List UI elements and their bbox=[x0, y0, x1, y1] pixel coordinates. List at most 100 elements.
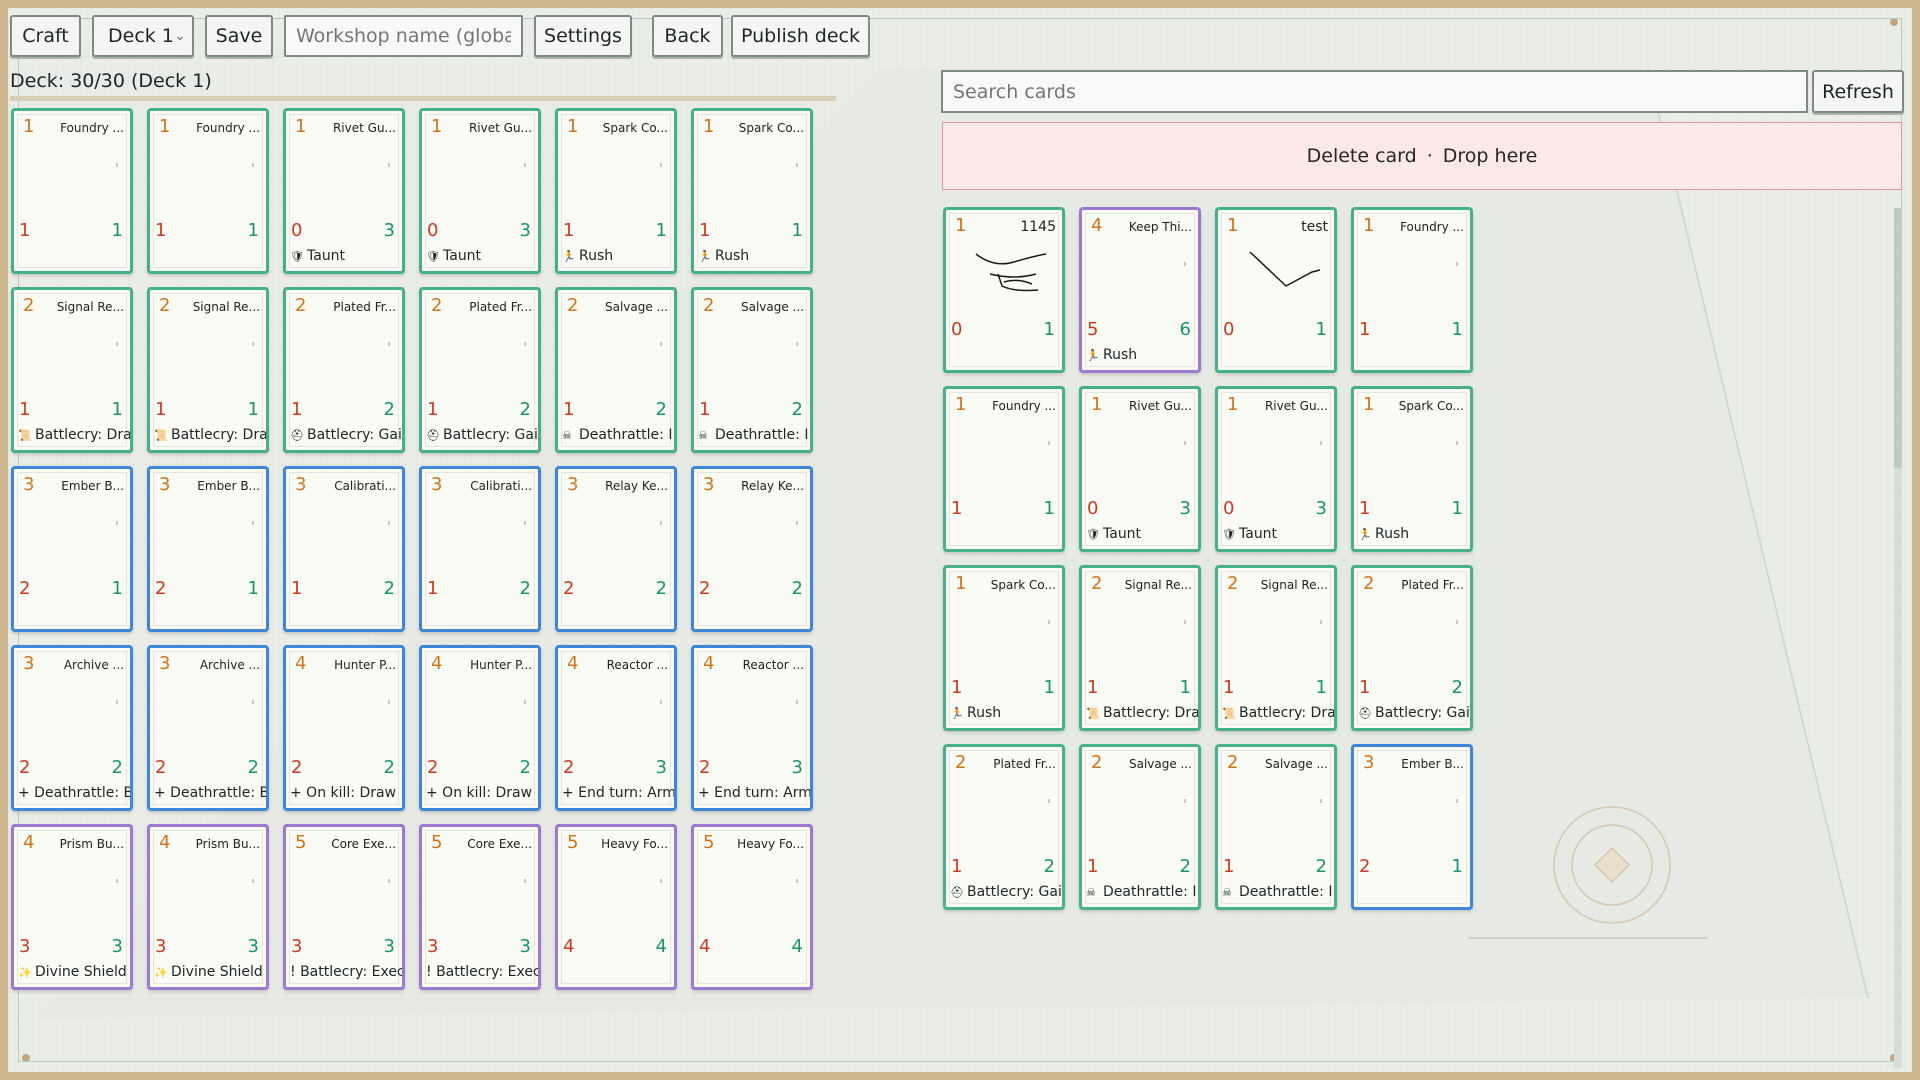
card-ability: ✨ Divine Shield bbox=[18, 964, 130, 980]
card[interactable]: 2 Plated Fr... 1 2 ⛑ Battlecry: Gai bbox=[1351, 565, 1473, 731]
card-name: Spark Co... bbox=[1398, 399, 1464, 413]
card-ability: + End turn: Armc bbox=[698, 785, 810, 801]
card[interactable]: 1 Spark Co... 1 1 🏃 Rush bbox=[555, 108, 677, 274]
card-ability-text: + Deathrattle: Bu bbox=[18, 785, 130, 801]
card-name: Core Exe... bbox=[331, 837, 396, 851]
card[interactable]: 3 Calibrati... 1 2 bbox=[419, 466, 541, 632]
card[interactable]: 1 test 0 1 bbox=[1215, 207, 1337, 373]
card[interactable]: 4 Prism Bu... 3 3 ✨ Divine Shield bbox=[147, 824, 269, 990]
card-health: 2 bbox=[1179, 856, 1191, 877]
card[interactable]: 1 Rivet Gu... 0 3 🛡 Taunt bbox=[1079, 386, 1201, 552]
workshop-name-input[interactable] bbox=[284, 15, 523, 57]
back-button[interactable]: Back bbox=[652, 15, 723, 57]
card-ability: 🏃 Rush bbox=[562, 248, 674, 264]
card[interactable]: 1 1145 0 1 bbox=[943, 207, 1065, 373]
scroll-icon: 📜 bbox=[1222, 707, 1236, 720]
card-ability-text: Deathrattle: I bbox=[579, 427, 673, 443]
skull-icon: ☠ bbox=[1222, 886, 1232, 899]
card-inner-border bbox=[561, 651, 671, 805]
card-name: Rivet Gu... bbox=[1128, 399, 1192, 413]
card[interactable]: 2 Signal Re... 1 1 📜 Battlecry: Dra bbox=[11, 287, 133, 453]
card-art-placeholder bbox=[1320, 799, 1322, 803]
card[interactable]: 5 Heavy Fo... 4 4 bbox=[691, 824, 813, 990]
card[interactable]: 3 Ember B... 2 1 bbox=[147, 466, 269, 632]
search-cards-input[interactable] bbox=[941, 70, 1808, 113]
card-art-sketch bbox=[975, 253, 1047, 292]
shield-icon: 🛡 bbox=[1086, 528, 1100, 541]
card-inner-border bbox=[561, 830, 671, 984]
card[interactable]: 5 Heavy Fo... 4 4 bbox=[555, 824, 677, 990]
card[interactable]: 5 Core Exe... 3 3 ! Battlecry: Exec bbox=[419, 824, 541, 990]
card-name: Heavy Fo... bbox=[601, 837, 668, 851]
refresh-button[interactable]: Refresh bbox=[1812, 70, 1904, 113]
card[interactable]: 2 Signal Re... 1 1 📜 Battlecry: Dra bbox=[1215, 565, 1337, 731]
card-art-placeholder bbox=[1456, 799, 1458, 803]
card-art-placeholder bbox=[1048, 620, 1050, 624]
card[interactable]: 3 Ember B... 2 1 bbox=[11, 466, 133, 632]
save-button[interactable]: Save bbox=[205, 15, 273, 57]
card[interactable]: 5 Core Exe... 3 3 ! Battlecry: Exec bbox=[283, 824, 405, 990]
card[interactable]: 1 Rivet Gu... 0 3 🛡 Taunt bbox=[283, 108, 405, 274]
card-name: Foundry ... bbox=[1400, 220, 1464, 234]
card-cost: 1 bbox=[1091, 394, 1103, 415]
card-ability-text: Battlecry: Gai bbox=[967, 884, 1062, 900]
card-cost: 1 bbox=[955, 573, 967, 594]
card[interactable]: 4 Reactor ... 2 3 + End turn: Armc bbox=[555, 645, 677, 811]
card[interactable]: 2 Plated Fr... 1 2 ⛑ Battlecry: Gai bbox=[283, 287, 405, 453]
card-name: Hunter P... bbox=[470, 658, 532, 672]
card[interactable]: 4 Hunter P... 2 2 + On kill: Draw bbox=[283, 645, 405, 811]
scroll-icon: 📜 bbox=[154, 429, 168, 442]
card[interactable]: 2 Salvage ... 1 2 ☠ Deathrattle: I bbox=[1079, 744, 1201, 910]
delete-zone-label: Delete card bbox=[1306, 145, 1417, 167]
card[interactable]: 4 Reactor ... 2 3 + End turn: Armc bbox=[691, 645, 813, 811]
card-cost: 4 bbox=[295, 653, 307, 674]
publish-deck-button[interactable]: Publish deck bbox=[731, 15, 870, 57]
card[interactable]: 2 Plated Fr... 1 2 ⛑ Battlecry: Gai bbox=[943, 744, 1065, 910]
card-cost: 3 bbox=[23, 653, 35, 674]
card-attack: 2 bbox=[427, 757, 439, 778]
card-attack: 2 bbox=[19, 578, 31, 599]
card[interactable]: 1 Rivet Gu... 0 3 🛡 Taunt bbox=[419, 108, 541, 274]
card-ability-text: Deathrattle: I bbox=[715, 427, 809, 443]
card[interactable]: 1 Foundry ... 1 1 bbox=[943, 386, 1065, 552]
card[interactable]: 1 Spark Co... 1 1 🏃 Rush bbox=[943, 565, 1065, 731]
card[interactable]: 1 Foundry ... 1 1 bbox=[1351, 207, 1473, 373]
card[interactable]: 2 Signal Re... 1 1 📜 Battlecry: Dra bbox=[147, 287, 269, 453]
delete-card-dropzone[interactable]: Delete card · Drop here bbox=[942, 122, 1902, 190]
card[interactable]: 1 Spark Co... 1 1 🏃 Rush bbox=[1351, 386, 1473, 552]
card[interactable]: 4 Hunter P... 2 2 + On kill: Draw bbox=[419, 645, 541, 811]
card[interactable]: 3 Relay Ke... 2 2 bbox=[555, 466, 677, 632]
card-attack: 1 bbox=[19, 220, 31, 241]
card[interactable]: 1 Spark Co... 1 1 🏃 Rush bbox=[691, 108, 813, 274]
card[interactable]: 3 Relay Ke... 2 2 bbox=[691, 466, 813, 632]
scrollbar-thumb[interactable] bbox=[1894, 208, 1902, 468]
deck-select[interactable]: Deck 1 ⌄ bbox=[92, 15, 194, 57]
card[interactable]: 3 Archive ... 2 2 + Deathrattle: Bu bbox=[147, 645, 269, 811]
card[interactable]: 1 Rivet Gu... 0 3 🛡 Taunt bbox=[1215, 386, 1337, 552]
card[interactable]: 3 Archive ... 2 2 + Deathrattle: Bu bbox=[11, 645, 133, 811]
card[interactable]: 3 Ember B... 2 1 bbox=[1351, 744, 1473, 910]
card[interactable]: 4 Keep Thi... 5 6 🏃 Rush bbox=[1079, 207, 1201, 373]
card[interactable]: 3 Calibrati... 1 2 bbox=[283, 466, 405, 632]
runner-icon: 🏃 bbox=[562, 250, 576, 263]
card-cost: 2 bbox=[1227, 752, 1239, 773]
card[interactable]: 2 Plated Fr... 1 2 ⛑ Battlecry: Gai bbox=[419, 287, 541, 453]
card-art-placeholder bbox=[1320, 441, 1322, 445]
card[interactable]: 1 Foundry ... 1 1 bbox=[147, 108, 269, 274]
craft-button[interactable]: Craft bbox=[10, 15, 81, 57]
card[interactable]: 1 Foundry ... 1 1 bbox=[11, 108, 133, 274]
card[interactable]: 2 Salvage ... 1 2 ☠ Deathrattle: I bbox=[691, 287, 813, 453]
settings-button[interactable]: Settings bbox=[534, 15, 632, 57]
sparkle-icon: ✨ bbox=[154, 966, 168, 979]
card[interactable]: 2 Salvage ... 1 2 ☠ Deathrattle: I bbox=[1215, 744, 1337, 910]
card[interactable]: 2 Signal Re... 1 1 📜 Battlecry: Dra bbox=[1079, 565, 1201, 731]
card[interactable]: 2 Salvage ... 1 2 ☠ Deathrattle: I bbox=[555, 287, 677, 453]
helmet-icon: ⛑ bbox=[426, 429, 440, 442]
card-ability: 🛡 Taunt bbox=[1086, 526, 1198, 542]
card-attack: 1 bbox=[951, 677, 963, 698]
card-health: 3 bbox=[519, 936, 531, 957]
card[interactable]: 4 Prism Bu... 3 3 ✨ Divine Shield bbox=[11, 824, 133, 990]
card-inner-border bbox=[1221, 571, 1331, 725]
card-cost: 1 bbox=[23, 116, 35, 137]
card-name: Rivet Gu... bbox=[332, 121, 396, 135]
